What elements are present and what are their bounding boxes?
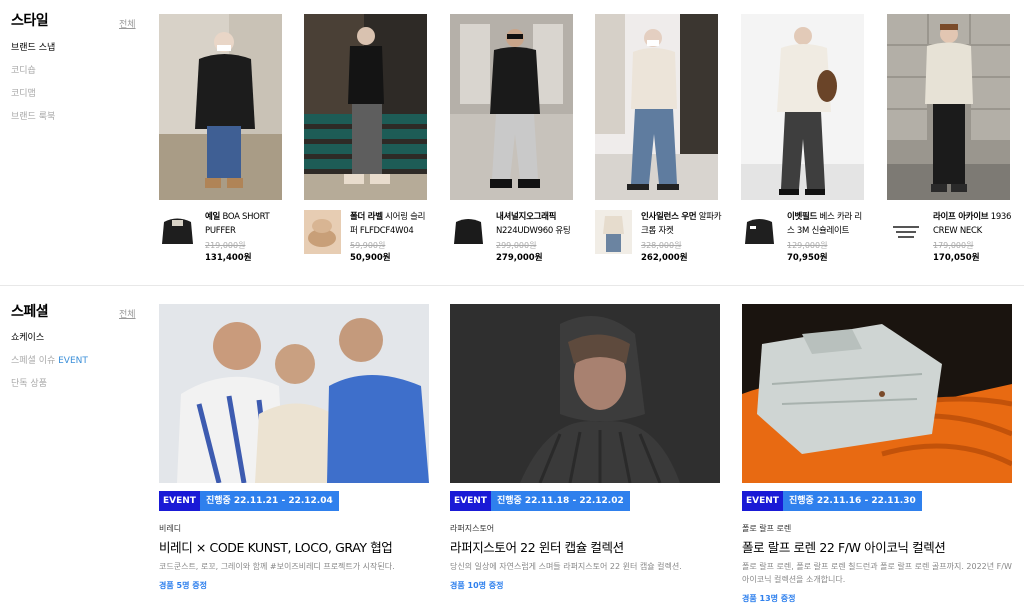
product-original-price: 328,000원 [641, 241, 682, 250]
product-price: 279,000원 [496, 253, 543, 263]
special-card-description: 당신의 일상에 자연스럽게 스며들 라퍼지스토어 22 윈터 캡슐 컬렉션. [450, 562, 682, 571]
product-thumbnail[interactable] [159, 210, 196, 254]
style-menu: 브랜드 스냅 코디숍 코디맵 브랜드 룩북 [11, 42, 55, 134]
product-info[interactable]: 내셔널지오그래픽 N224UDW960 유팅 299,000원 279,000원 [496, 210, 578, 265]
special-menu-item-exclusive[interactable]: 단독 상품 [11, 378, 88, 401]
product-name: 인사일런스 우먼 알파카 크롭 자켓 [641, 212, 722, 236]
special-all-link[interactable]: 전체 [119, 307, 136, 320]
special-card-brand: 라퍼지스토어 [450, 524, 495, 533]
status-badge: 진행중 22.11.21 - 22.12.04 [199, 491, 339, 511]
special-menu: 쇼케이스 스페셜 이슈 EVENT 단독 상품 [11, 332, 88, 401]
event-badge: EVENT [742, 491, 783, 511]
product-price: 170,050원 [933, 253, 980, 263]
snap-photo[interactable] [304, 14, 427, 200]
snap-photo[interactable] [887, 14, 1010, 200]
special-card-brand: 비레디 [159, 524, 182, 533]
product-name: 내셔널지오그래픽 N224UDW960 유팅 [496, 212, 571, 236]
snap-photo[interactable] [595, 14, 718, 200]
product-info[interactable]: 라이프 아카이브 1936 CREW NECK 179,000원 170,050… [933, 210, 1015, 265]
product-original-price: 299,000원 [496, 241, 537, 250]
product-thumbnail[interactable] [595, 210, 632, 254]
product-original-price: 219,000원 [205, 241, 246, 250]
special-card-image[interactable] [742, 304, 1012, 483]
product-price: 131,400원 [205, 253, 252, 263]
product-price: 70,950원 [787, 253, 828, 263]
style-sidebar: 스타일 전체 브랜드 스냅 코디숍 코디맵 브랜드 룩북 [11, 0, 139, 285]
special-card-description: 코드쿤스트, 로꼬, 그레이와 함께 #보이즈비레디 프로젝트가 시작된다. [159, 562, 395, 571]
status-badge: 진행중 22.11.18 - 22.12.02 [490, 491, 630, 511]
product-thumbnail[interactable] [304, 210, 341, 254]
product-name: 폴더 라벨 시어링 슬리퍼 FLFDCF4W04 [350, 212, 426, 236]
style-menu-item-brand-lookbook[interactable]: 브랜드 룩북 [11, 111, 55, 134]
product-info[interactable]: 인사일런스 우먼 알파카 크롭 자켓 328,000원 262,000원 [641, 210, 723, 265]
special-menu-item-showcase[interactable]: 쇼케이스 [11, 332, 88, 355]
style-section: 스타일 전체 브랜드 스냅 코디숍 코디맵 브랜드 룩북 예일 BOA SHOR… [0, 0, 1024, 285]
special-card-title[interactable]: 비레디 × CODE KUNST, LOCO, GRAY 협업 [159, 537, 393, 556]
product-price: 50,900원 [350, 253, 391, 263]
product-thumbnail[interactable] [741, 210, 778, 254]
special-section: 스페셜 전체 쇼케이스 스페셜 이슈 EVENT 단독 상품 EVENT 진행중… [0, 286, 1024, 604]
special-card-title[interactable]: 라퍼지스토어 22 윈터 캡슐 컬렉션 [450, 537, 624, 556]
product-name: 예일 BOA SHORT PUFFER [205, 212, 270, 236]
product-info[interactable]: 폴더 라벨 시어링 슬리퍼 FLFDCF4W04 59,900원 50,900원 [350, 210, 432, 265]
product-price: 262,000원 [641, 253, 688, 263]
product-original-price: 129,000원 [787, 241, 828, 250]
event-badge-row: EVENT 진행중 22.11.21 - 22.12.04 [159, 491, 339, 511]
special-card-gift: 경품 13명 증정 [742, 594, 796, 603]
product-name: 이벳필드 베스 카라 리스 3M 신슐레이트 [787, 212, 862, 236]
style-menu-item-codishop[interactable]: 코디숍 [11, 65, 55, 88]
special-card-image[interactable] [450, 304, 720, 483]
snap-photo[interactable] [741, 14, 864, 200]
special-card-brand: 폴로 랄프 로렌 [742, 524, 792, 533]
special-card-title[interactable]: 폴로 랄프 로렌 22 F/W 아이코닉 컬렉션 [742, 537, 946, 556]
event-badge-row: EVENT 진행중 22.11.16 - 22.11.30 [742, 491, 922, 511]
product-original-price: 179,000원 [933, 241, 974, 250]
product-info[interactable]: 예일 BOA SHORT PUFFER 219,000원 131,400원 [205, 210, 287, 265]
special-sidebar: 스페셜 전체 쇼케이스 스페셜 이슈 EVENT 단독 상품 [11, 286, 139, 604]
special-card-image[interactable] [159, 304, 429, 483]
snap-photo[interactable] [450, 14, 573, 200]
event-badge: EVENT [159, 491, 200, 511]
special-card[interactable]: EVENT 진행중 22.11.16 - 22.11.30 폴로 랄프 로렌 폴… [742, 304, 1012, 604]
snap-photo[interactable] [159, 14, 282, 200]
status-badge: 진행중 22.11.16 - 22.11.30 [782, 491, 922, 511]
style-section-title: 스타일 [11, 13, 49, 29]
style-menu-item-brand-snap[interactable]: 브랜드 스냅 [11, 42, 55, 65]
special-card-gift: 경품 5명 증정 [159, 581, 207, 590]
product-name: 라이프 아카이브 1936 CREW NECK [933, 212, 1012, 236]
product-info[interactable]: 이벳필드 베스 카라 리스 3M 신슐레이트 129,000원 70,950원 [787, 210, 869, 265]
special-card-gift: 경품 10명 증정 [450, 581, 504, 590]
product-original-price: 59,900원 [350, 241, 386, 250]
special-section-title: 스페셜 [11, 304, 49, 320]
event-badge: EVENT [450, 491, 491, 511]
event-badge-row: EVENT 진행중 22.11.18 - 22.12.02 [450, 491, 630, 511]
special-card[interactable]: EVENT 진행중 22.11.21 - 22.12.04 비레디 비레디 × … [159, 304, 429, 604]
product-thumbnail[interactable] [450, 210, 487, 254]
product-thumbnail[interactable] [887, 210, 924, 254]
style-all-link[interactable]: 전체 [119, 17, 136, 30]
special-card[interactable]: EVENT 진행중 22.11.18 - 22.12.02 라퍼지스토어 라퍼지… [450, 304, 720, 604]
style-menu-item-codimap[interactable]: 코디맵 [11, 88, 55, 111]
special-card-description: 폴로 랄프 로렌, 폴로 랄프 로렌 칠드런과 폴로 랄프 로렌 골프까지. 2… [742, 562, 1012, 584]
special-menu-item-special-issue[interactable]: 스페셜 이슈 EVENT [11, 355, 88, 378]
